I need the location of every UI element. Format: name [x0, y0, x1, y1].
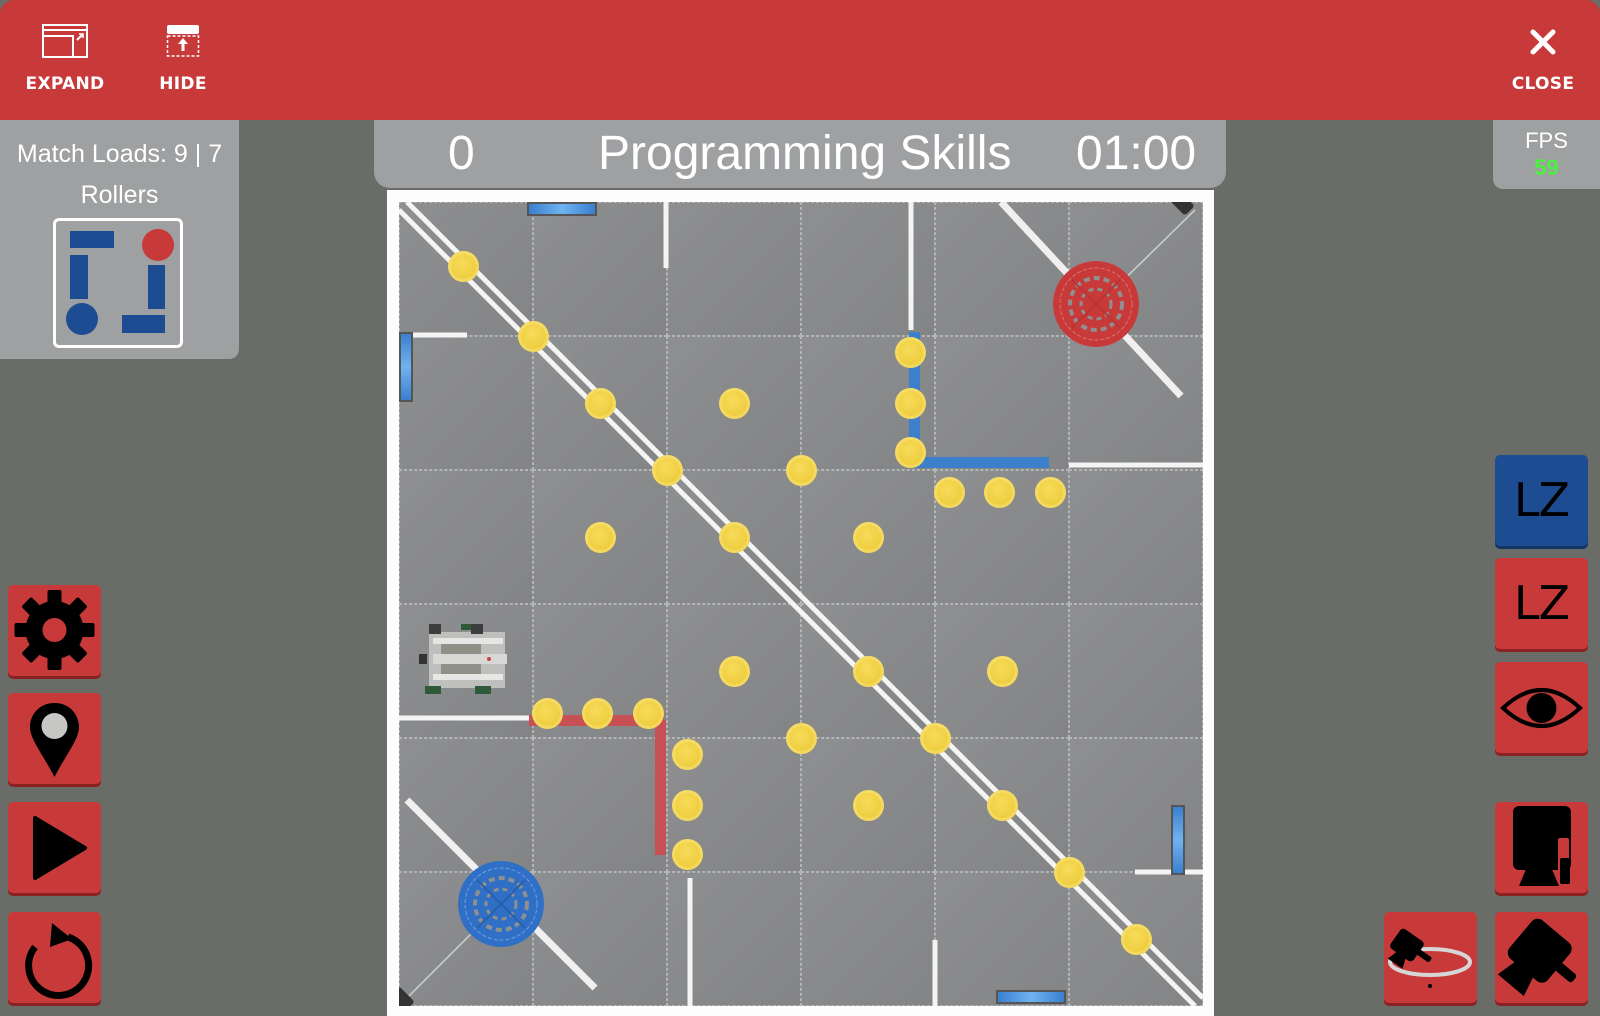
- blue-lz-label: LZ: [1513, 473, 1570, 527]
- fps-label: FPS: [1525, 128, 1568, 153]
- top-bar: EXPAND HIDE CLOSE: [0, 0, 1600, 120]
- field-roller-bottom: [996, 990, 1066, 1004]
- disc: [986, 789, 1018, 821]
- game-field[interactable]: [399, 202, 1203, 1006]
- score: 0: [448, 127, 475, 180]
- blue-loading-zone-button[interactable]: LZ: [1495, 455, 1588, 546]
- camera-orbit-icon: [1387, 928, 1472, 988]
- roller-right: [148, 265, 165, 309]
- disc: [1034, 477, 1066, 509]
- robot[interactable]: [419, 622, 513, 703]
- disc: [895, 336, 927, 368]
- disc: [671, 839, 703, 871]
- camera-top-view-icon: [1513, 806, 1571, 886]
- disc: [671, 789, 703, 821]
- close-label: CLOSE: [1511, 74, 1575, 94]
- close-button[interactable]: CLOSE: [1498, 22, 1588, 102]
- corner-post-bottom-left: [399, 987, 414, 1006]
- disc: [986, 655, 1018, 687]
- eye-icon: [1500, 688, 1583, 728]
- red-high-goal: [1052, 260, 1140, 348]
- match-loads-text: Match Loads: 9 | 7: [16, 140, 223, 168]
- disc: [785, 454, 817, 486]
- map-pin-icon: [30, 703, 79, 777]
- scoreboard: 0 Programming Skills 01:00: [374, 120, 1226, 188]
- match-timer: 01:00: [1076, 127, 1197, 180]
- disc: [447, 250, 479, 282]
- settings-button[interactable]: [8, 585, 101, 676]
- roller-top: [70, 231, 114, 248]
- disc: [785, 722, 817, 754]
- disc: [651, 454, 683, 486]
- view-button[interactable]: [1495, 662, 1588, 753]
- rollers-heading: Rollers: [80, 181, 159, 209]
- fps-counter: FPS 59: [1493, 120, 1600, 189]
- camera-follow-icon: [1497, 918, 1577, 997]
- disc: [895, 387, 927, 419]
- hide-label: HIDE: [159, 74, 207, 94]
- reset-icon: [25, 923, 93, 999]
- gear-icon: [14, 590, 95, 670]
- robot-camera-button[interactable]: [1495, 802, 1588, 893]
- field-roller-left: [399, 332, 413, 402]
- disc: [671, 738, 703, 770]
- disc: [919, 722, 951, 754]
- disc: [1120, 923, 1152, 955]
- play-button[interactable]: [8, 802, 101, 893]
- position-button[interactable]: [8, 693, 101, 784]
- close-icon: [1530, 29, 1556, 55]
- disc: [718, 655, 750, 687]
- rollers-status-map: [53, 218, 183, 348]
- play-icon: [33, 816, 87, 880]
- hide-button[interactable]: HIDE: [138, 22, 228, 102]
- disc: [632, 698, 664, 730]
- disc: [1053, 856, 1085, 888]
- fps-value: 59: [1534, 155, 1559, 180]
- red-loading-zone-button[interactable]: LZ: [1495, 558, 1588, 649]
- game-mode-title: Programming Skills: [598, 127, 1012, 180]
- field-roller-right: [1171, 805, 1185, 875]
- roller-top-right: [142, 229, 174, 261]
- roller-bottom-left: [66, 303, 98, 335]
- disc: [852, 655, 884, 687]
- match-info-panel: Match Loads: 9 | 7 Rollers: [0, 120, 239, 359]
- expand-icon: [42, 24, 88, 58]
- disc: [852, 521, 884, 553]
- field-roller-top: [527, 202, 597, 216]
- disc: [584, 387, 616, 419]
- disc: [581, 698, 613, 730]
- disc: [852, 789, 884, 821]
- disc: [718, 521, 750, 553]
- hide-icon: [166, 25, 200, 57]
- reset-button[interactable]: [8, 912, 101, 1003]
- follow-camera-button[interactable]: [1495, 912, 1588, 1003]
- red-low-goal-barrier-vertical: [655, 720, 666, 855]
- disc: [718, 387, 750, 419]
- disc: [983, 477, 1015, 509]
- roller-left: [70, 255, 88, 299]
- blue-low-goal-barrier-horizontal: [914, 457, 1049, 468]
- expand-button[interactable]: EXPAND: [20, 22, 110, 102]
- orbit-camera-button[interactable]: [1384, 912, 1477, 1003]
- red-lz-label: LZ: [1513, 576, 1570, 630]
- disc: [517, 320, 549, 352]
- blue-high-goal: [457, 860, 545, 948]
- roller-bottom: [122, 315, 165, 333]
- expand-label: EXPAND: [25, 74, 105, 94]
- disc: [584, 521, 616, 553]
